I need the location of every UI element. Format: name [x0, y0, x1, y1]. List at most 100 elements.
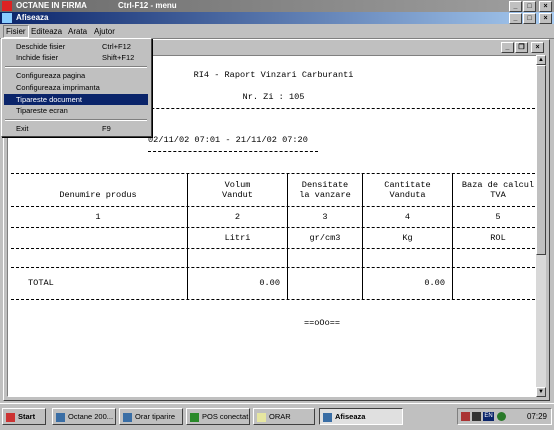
header-baza-calcul: Baza de calcul	[461, 180, 535, 190]
app-icon	[257, 412, 266, 422]
file-menu-dropdown: Deschide fisier Ctrl+F12 Inchide fisier …	[1, 38, 152, 137]
inner-close-button[interactable]: ×	[539, 13, 552, 24]
taskbar-item-orar-tiparire[interactable]: Orar tiparire	[119, 408, 183, 425]
menu-item-shortcut: Ctrl+F12	[102, 42, 131, 51]
taskbar: Start Octane 200... Orar tiparire POS co…	[0, 403, 554, 430]
system-tray: EN 07:29	[457, 408, 552, 425]
menu-item-shortcut: Shift+F12	[102, 53, 135, 62]
header-la-vanzare: la vanzare	[299, 190, 351, 200]
minimize-button[interactable]: _	[509, 1, 522, 12]
taskbar-item-label: Afiseaza	[335, 412, 366, 421]
header-densitate: Densitate	[301, 180, 349, 190]
tray-app-icon[interactable]	[461, 412, 470, 421]
windows-logo-icon	[6, 412, 15, 422]
report-period: 02/11/02 07:01 - 21/11/02 07:20	[148, 135, 308, 145]
header-cantitate: Cantitate	[384, 180, 431, 190]
menu-fisier[interactable]: Fisier	[3, 25, 29, 38]
inner-title-bar[interactable]: Afiseaza _ □ ×	[0, 12, 554, 24]
start-button[interactable]: Start	[2, 408, 46, 425]
menu-item-tipareste-ecran[interactable]: Tipareste ecran	[4, 105, 148, 116]
menu-ajutor[interactable]: Ajutor	[92, 26, 117, 37]
total-volum: 0.00	[259, 278, 280, 288]
doc-close-button[interactable]: ×	[531, 42, 544, 53]
taskbar-item-orar[interactable]: ORAR	[253, 408, 315, 425]
menu-separator	[5, 66, 147, 68]
outer-title-bar[interactable]: OCTANE IN FIRMA Ctrl-F12 - menu _ □ ×	[0, 0, 554, 12]
unit-gr-cm3: gr/cm3	[309, 233, 341, 243]
menu-separator	[5, 119, 147, 121]
col-number: 5	[495, 212, 501, 222]
network-icon[interactable]	[497, 412, 506, 421]
table-line	[11, 248, 535, 249]
table-line	[11, 227, 535, 228]
language-indicator[interactable]: EN	[483, 412, 494, 421]
menu-item-configureaza-imprimanta[interactable]: Configureaza imprimanta	[4, 82, 148, 93]
menu-item-label: Inchide fisier	[16, 53, 59, 62]
window-icon	[2, 13, 12, 23]
table-bottom-line	[11, 299, 535, 300]
header-denumire: Denumire produs	[59, 190, 137, 200]
total-cantitate: 0.00	[424, 278, 445, 288]
menu-item-inchide-fisier[interactable]: Inchide fisier Shift+F12	[4, 52, 148, 63]
menu-bar: Fisier Editeaza Arata Ajutor	[0, 25, 554, 39]
vertical-scrollbar[interactable]: ▲ ▼	[536, 55, 546, 397]
menu-editeaza[interactable]: Editeaza	[29, 26, 64, 37]
inner-maximize-button[interactable]: □	[523, 13, 536, 24]
menu-item-deschide-fisier[interactable]: Deschide fisier Ctrl+F12	[4, 41, 148, 52]
scroll-thumb[interactable]	[536, 65, 546, 255]
total-label: TOTAL	[28, 278, 54, 288]
menu-item-label: Tipareste document	[16, 95, 83, 104]
col-number: 2	[234, 212, 241, 222]
report-end-mark: ==oOo==	[303, 318, 341, 328]
taskbar-item-afiseaza[interactable]: Afiseaza	[319, 408, 403, 425]
period-underline	[148, 151, 318, 152]
volume-icon[interactable]	[472, 412, 481, 421]
taskbar-item-octane[interactable]: Octane 200...	[52, 408, 116, 425]
clock[interactable]: 07:29	[527, 409, 547, 424]
header-tva: TVA	[490, 190, 506, 200]
menu-item-label: Exit	[16, 124, 29, 133]
inner-window-title: Afiseaza	[16, 13, 49, 22]
taskbar-item-label: POS conectat	[202, 412, 249, 421]
taskbar-item-pos-conectat[interactable]: POS conectat	[186, 408, 250, 425]
unit-rol: ROL	[490, 233, 506, 243]
app-icon	[123, 412, 132, 422]
menu-arata[interactable]: Arata	[66, 26, 89, 37]
app-icon	[56, 412, 65, 422]
app-icon	[190, 412, 199, 422]
outer-window-title: OCTANE IN FIRMA	[16, 1, 87, 10]
maximize-button[interactable]: □	[523, 1, 536, 12]
menu-item-label: Configureaza imprimanta	[16, 83, 100, 92]
col-number: 4	[404, 212, 411, 222]
unit-kg: Kg	[402, 233, 413, 243]
scroll-up-icon[interactable]: ▲	[536, 55, 546, 65]
menu-item-exit[interactable]: Exit F9	[4, 123, 148, 134]
table-line	[11, 206, 535, 207]
col-number: 3	[322, 212, 328, 222]
scroll-down-icon[interactable]: ▼	[536, 387, 546, 397]
menu-item-label: Configureaza pagina	[16, 71, 86, 80]
outer-window-subtitle: Ctrl-F12 - menu	[118, 1, 177, 10]
taskbar-item-label: Orar tiparire	[135, 412, 176, 421]
app-icon	[323, 412, 332, 422]
close-button[interactable]: ×	[539, 1, 552, 12]
doc-minimize-button[interactable]: _	[501, 42, 514, 53]
start-label: Start	[18, 412, 36, 421]
doc-restore-button[interactable]: ❐	[515, 42, 528, 53]
app-icon	[2, 1, 12, 11]
menu-item-tipareste-document[interactable]: Tipareste document	[4, 94, 148, 105]
taskbar-item-label: Octane 200...	[68, 412, 114, 421]
unit-litri: Litri	[224, 233, 251, 243]
table-line	[11, 267, 535, 268]
table-top-line	[11, 173, 535, 174]
col-number: 1	[95, 212, 101, 222]
menu-item-label: Tipareste ecran	[16, 106, 68, 115]
menu-item-configureaza-pagina[interactable]: Configureaza pagina	[4, 70, 148, 81]
inner-minimize-button[interactable]: _	[509, 13, 522, 24]
menu-item-shortcut: F9	[102, 124, 111, 133]
header-volum: Volum	[224, 180, 251, 190]
menu-item-label: Deschide fisier	[16, 42, 66, 51]
header-vandut: Vandut	[222, 190, 253, 200]
taskbar-item-label: ORAR	[269, 412, 291, 421]
header-vanduta: Vanduta	[389, 190, 426, 200]
